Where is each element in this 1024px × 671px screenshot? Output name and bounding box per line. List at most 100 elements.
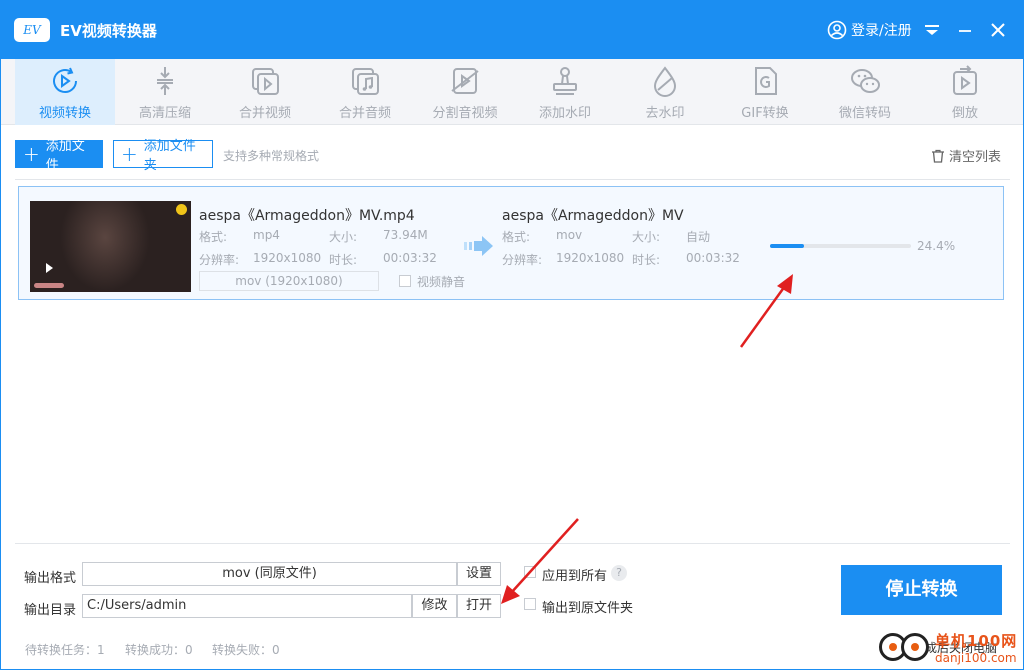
menu-icon <box>925 25 939 35</box>
reverse-icon <box>953 65 977 95</box>
tool-video-convert[interactable]: 视频转换 <box>15 59 115 125</box>
output-format-select[interactable]: mov (1920x1080) <box>199 271 379 291</box>
help-icon[interactable]: ? <box>611 565 627 581</box>
clear-list-button[interactable]: 清空列表 <box>931 146 1001 165</box>
play-icon <box>46 263 53 273</box>
feature-toolbar: 视频转换 高清压缩 合并视频 合并音频 分割音视频 添加水印 去水印 GIF转换… <box>1 59 1023 125</box>
stamp-icon <box>553 67 577 95</box>
add-folder-label: 添加文件夹 <box>143 139 196 173</box>
drop-icon <box>653 66 677 97</box>
source-duration: 00:03:32 <box>383 251 437 265</box>
source-resolution: 1920x1080 <box>253 251 322 265</box>
tool-label: 合并音频 <box>338 106 391 121</box>
video-convert-icon <box>53 67 77 93</box>
tool-label: 去水印 <box>645 106 685 121</box>
target-size-label: 大小: <box>632 230 661 244</box>
video-thumbnail[interactable] <box>30 201 191 292</box>
close-icon <box>991 23 1005 37</box>
output-dir-field[interactable]: C:/Users/admin <box>82 594 412 618</box>
source-resolution-label: 分辨率: <box>199 253 240 267</box>
output-to-source-checkbox[interactable] <box>524 598 536 610</box>
supported-formats-hint: 支持多种常规格式 <box>223 149 320 163</box>
thumbnail-image <box>60 201 150 292</box>
trash-icon <box>932 149 944 163</box>
close-button[interactable] <box>986 18 1010 42</box>
thumbnail-tag <box>34 283 64 288</box>
tool-compress[interactable]: 高清压缩 <box>115 59 215 125</box>
output-to-source-label: 输出到原文件夹 <box>542 601 634 616</box>
site-watermark: 单机100网 danji100.com <box>875 629 1023 669</box>
app-window: EV EV视频转换器 登录/注册 视频转换 高清压缩 合并视频 合并音频 分割音… <box>0 0 1024 670</box>
minimize-button[interactable] <box>953 18 977 42</box>
add-file-label: 添加文件 <box>45 139 85 173</box>
merge-audio-icon <box>352 68 379 95</box>
apply-all-label: 应用到所有 <box>542 569 608 584</box>
target-duration-label: 时长: <box>632 253 661 267</box>
tool-label: 添加水印 <box>538 106 591 121</box>
tool-label: 微信转码 <box>838 106 891 121</box>
app-logo-icon: EV <box>14 18 50 42</box>
source-size: 73.94M <box>383 228 428 242</box>
target-format: mov <box>556 228 583 242</box>
stop-convert-button[interactable]: 停止转换 <box>841 565 1002 615</box>
progress-percent: 24.4% <box>917 239 956 253</box>
output-format-field[interactable]: mov (同原文件) <box>82 562 457 586</box>
success-count: 转换成功：0 <box>125 643 193 657</box>
compress-icon <box>157 67 173 95</box>
pending-count: 待转换任务：1 <box>25 643 105 657</box>
login-label: 登录/注册 <box>851 23 912 39</box>
split-icon <box>451 68 479 94</box>
open-button[interactable]: 打开 <box>457 594 501 618</box>
target-size: 自动 <box>686 230 711 244</box>
output-dir-label: 输出目录 <box>24 603 77 618</box>
watermark-text: 单机100网 <box>935 632 1018 650</box>
app-title: EV视频转换器 <box>60 22 157 40</box>
apply-all-checkbox[interactable] <box>524 566 536 578</box>
divider <box>15 543 1010 544</box>
settings-button[interactable]: 设置 <box>457 562 501 586</box>
source-duration-label: 时长: <box>329 253 358 267</box>
badge-icon <box>176 204 187 215</box>
login-button[interactable]: 登录/注册 <box>827 20 912 40</box>
target-filename: aespa《Armageddon》MV <box>502 208 684 224</box>
title-bar: EV EV视频转换器 登录/注册 <box>1 1 1023 59</box>
user-icon <box>827 20 847 40</box>
tool-wechat[interactable]: 微信转码 <box>815 59 915 125</box>
tool-label: 高清压缩 <box>138 106 191 121</box>
mute-checkbox[interactable] <box>399 275 411 287</box>
target-duration: 00:03:32 <box>686 251 740 265</box>
tool-label: 倒放 <box>951 106 978 121</box>
add-file-button[interactable]: + 添加文件 <box>15 139 103 173</box>
clear-list-label: 清空列表 <box>949 150 1002 165</box>
tool-label: 合并视频 <box>238 106 291 121</box>
failed-count: 转换失败：0 <box>212 643 280 657</box>
menu-button[interactable] <box>920 18 944 42</box>
progress-bar <box>770 244 911 248</box>
plus-icon: + <box>121 142 138 166</box>
tool-add-watermark[interactable]: 添加水印 <box>515 59 615 125</box>
tool-label: 视频转换 <box>38 106 91 121</box>
target-format-label: 格式: <box>502 230 531 244</box>
minimize-icon <box>959 30 971 32</box>
watermark-url: danji100.com <box>935 651 1017 665</box>
target-resolution-label: 分辨率: <box>502 253 543 267</box>
plus-icon: + <box>23 142 40 166</box>
gif-icon <box>755 67 777 95</box>
tool-gif[interactable]: GIF转换 <box>715 59 815 125</box>
convert-arrow-icon <box>464 236 493 256</box>
tool-remove-watermark[interactable]: 去水印 <box>615 59 715 125</box>
mute-label: 视频静音 <box>417 275 466 289</box>
modify-button[interactable]: 修改 <box>412 594 457 618</box>
tool-label: 分割音视频 <box>432 106 498 121</box>
tool-merge-audio[interactable]: 合并音频 <box>315 59 415 125</box>
tool-reverse[interactable]: 倒放 <box>915 59 1015 125</box>
output-format-label: 输出格式 <box>24 571 77 586</box>
source-filename: aespa《Armageddon》MV.mp4 <box>199 208 415 224</box>
source-size-label: 大小: <box>329 230 358 244</box>
tool-split[interactable]: 分割音视频 <box>415 59 515 125</box>
tool-merge-video[interactable]: 合并视频 <box>215 59 315 125</box>
merge-video-icon <box>252 68 279 95</box>
watermark-dot <box>889 643 897 651</box>
watermark-dot <box>911 643 919 651</box>
add-folder-button[interactable]: + 添加文件夹 <box>113 139 213 173</box>
